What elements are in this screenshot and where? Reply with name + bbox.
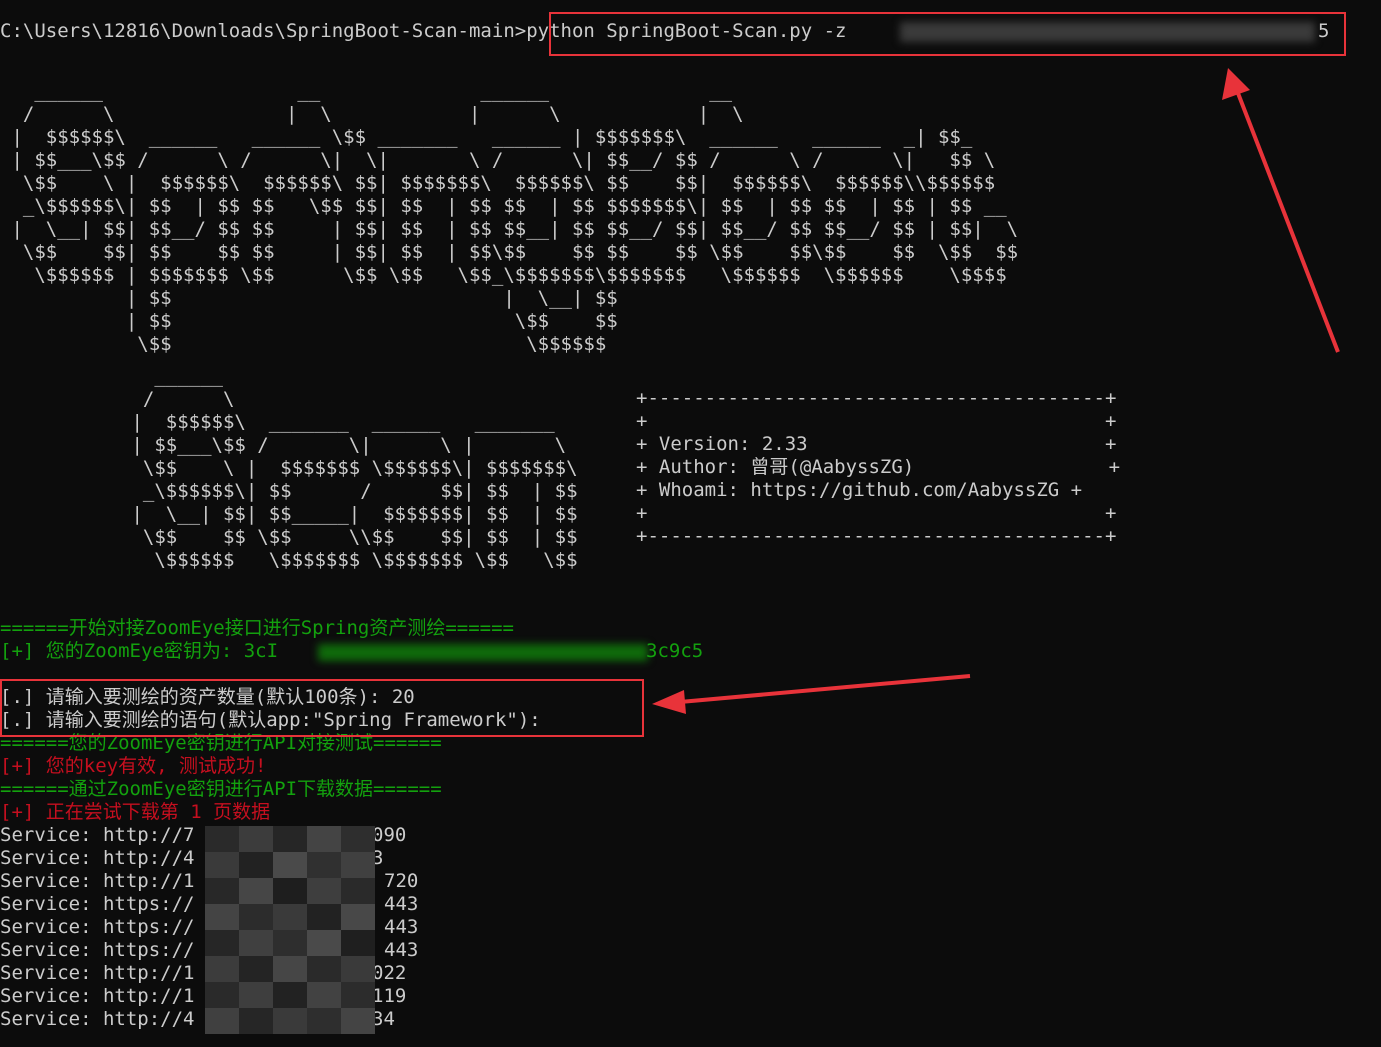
arrow-to-command-icon	[1222, 68, 1340, 353]
arrow-to-prompts-icon	[652, 674, 971, 714]
terminal-window[interactable]: C:\Users\12816\Downloads\SpringBoot-Scan…	[0, 0, 1381, 1047]
annotation-arrows	[652, 68, 1340, 714]
